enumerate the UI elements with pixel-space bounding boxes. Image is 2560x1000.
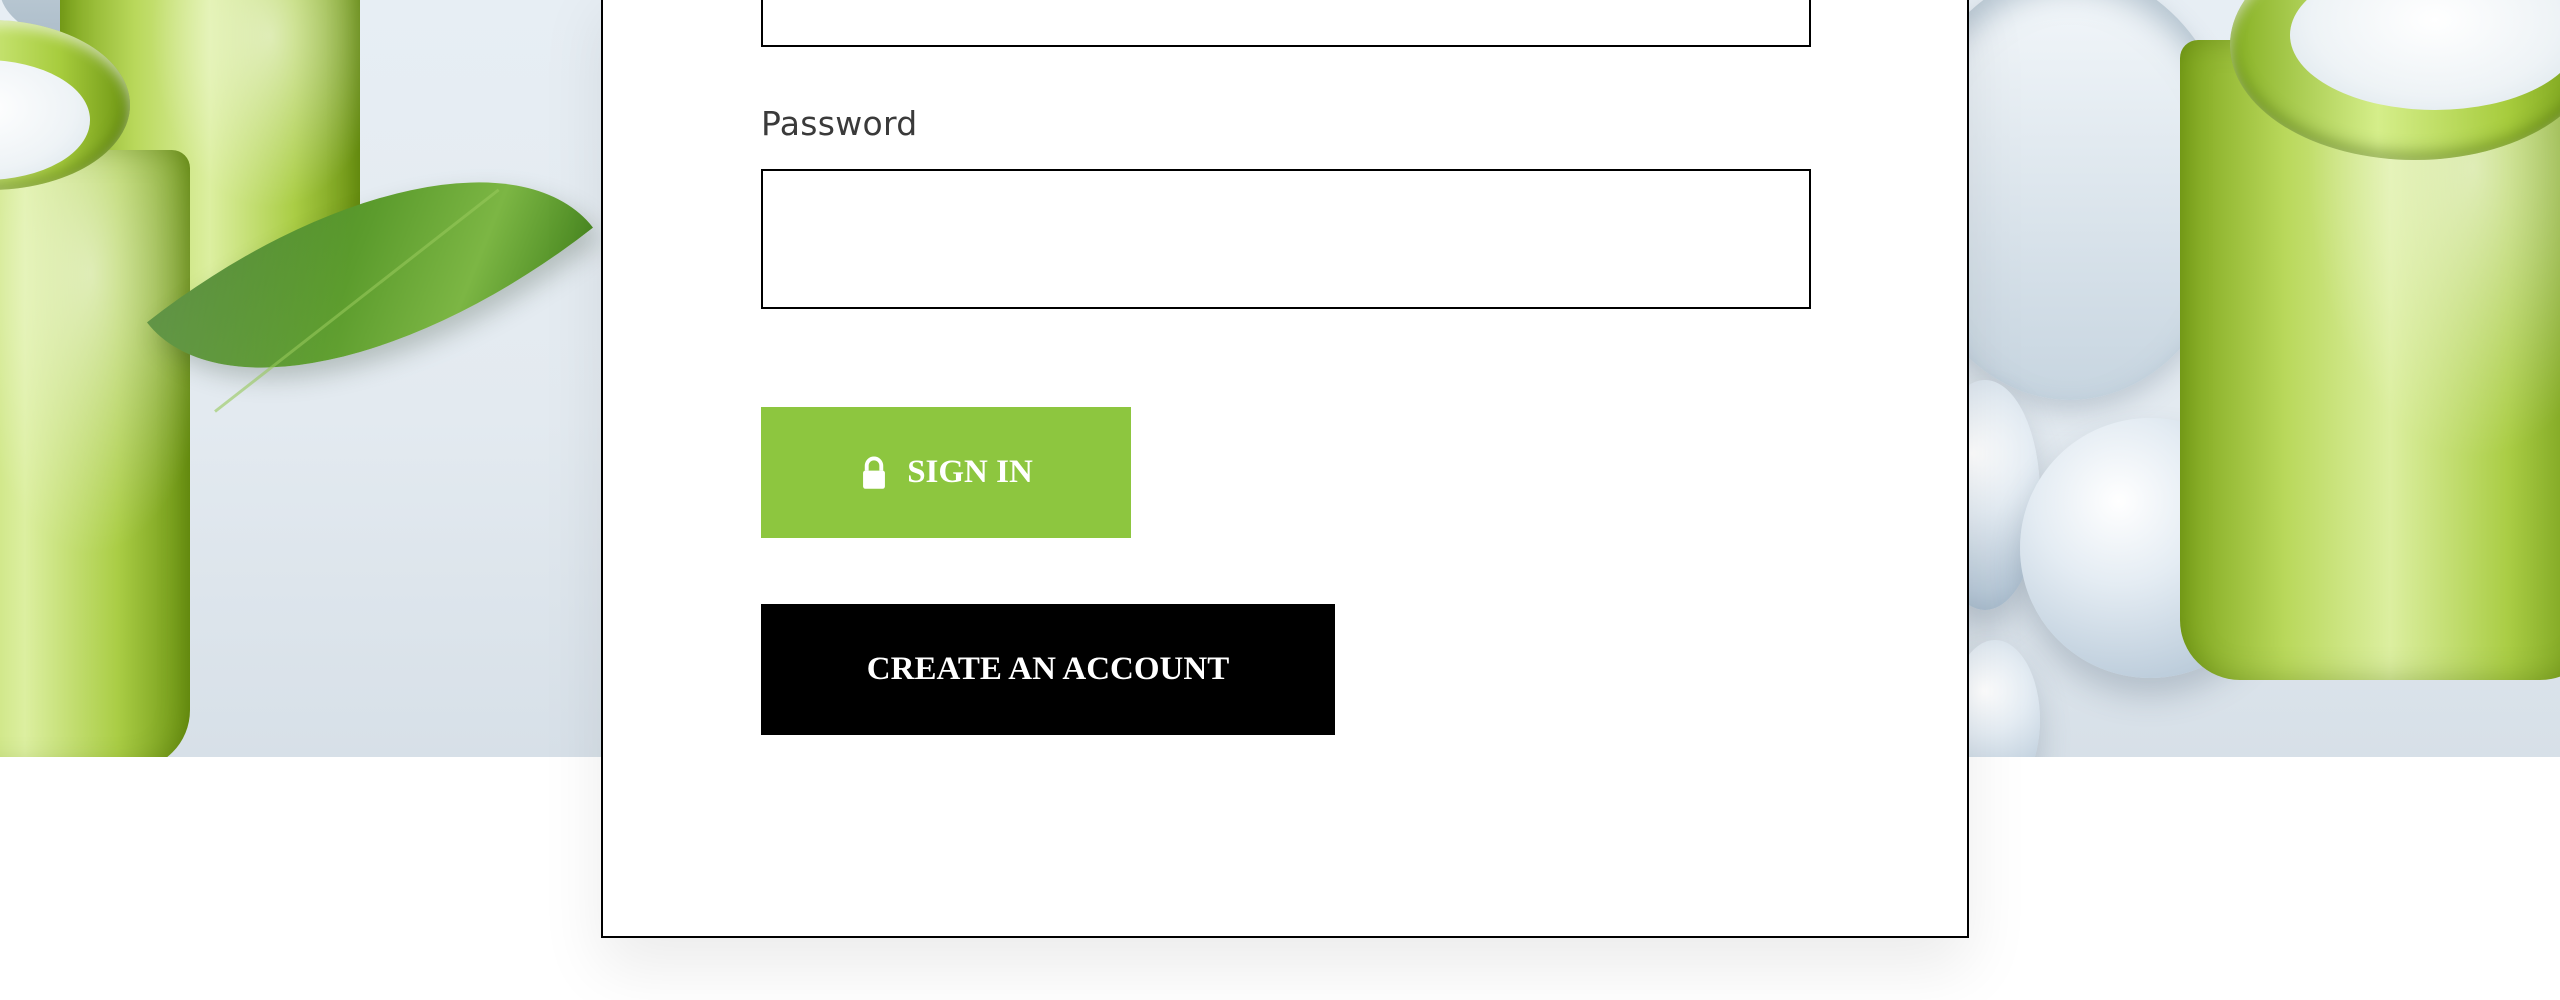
password-label: Password xyxy=(761,104,918,143)
email-field[interactable] xyxy=(761,0,1811,47)
lock-icon xyxy=(863,456,886,489)
green-jar-decoration xyxy=(0,150,190,757)
sign-in-label: SIGN IN xyxy=(907,454,1033,490)
create-account-label: CREATE AN ACCOUNT xyxy=(866,651,1230,687)
login-card: Password SIGN IN CREATE AN ACCOUNT xyxy=(601,0,1969,938)
create-account-button[interactable]: CREATE AN ACCOUNT xyxy=(761,604,1335,735)
sign-in-button[interactable]: SIGN IN xyxy=(761,407,1131,538)
password-field[interactable] xyxy=(761,169,1811,309)
